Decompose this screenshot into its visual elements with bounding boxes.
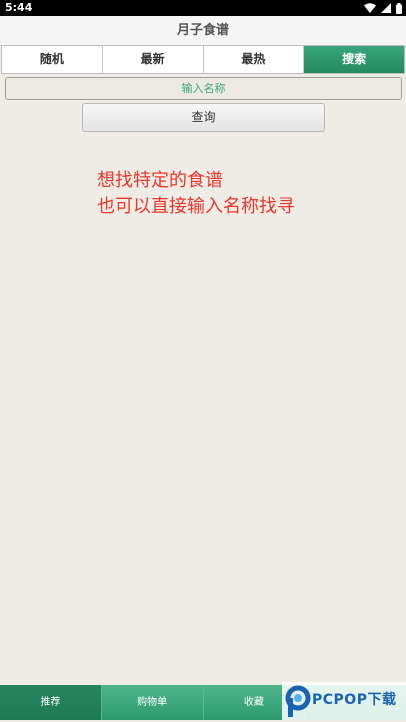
watermark: PCPOP下载 — [282, 682, 406, 720]
tab-random[interactable]: 随机 — [2, 46, 103, 73]
query-button[interactable]: 查询 — [82, 103, 325, 132]
signal-icon — [381, 3, 391, 13]
tab-hottest[interactable]: 最热 — [204, 46, 305, 73]
nav-item-shopping-list[interactable]: 购物单 — [101, 685, 204, 720]
tab-bar: 随机 最新 最热 搜索 — [1, 45, 405, 74]
battery-icon — [396, 2, 402, 14]
status-icons — [364, 2, 402, 14]
search-input[interactable] — [5, 77, 402, 100]
tab-search[interactable]: 搜索 — [304, 46, 404, 73]
hint-line-2: 也可以直接输入名称找寻 — [97, 196, 295, 217]
tab-newest[interactable]: 最新 — [103, 46, 204, 73]
hint-line-1: 想找特定的食谱 — [97, 170, 223, 191]
nav-item-recommend[interactable]: 推荐 — [0, 685, 102, 720]
app-title: 月子食谱 — [0, 16, 406, 45]
status-bar: 5:44 — [0, 0, 406, 16]
watermark-brand: PCPOP下载 — [312, 692, 397, 708]
search-hint: 想找特定的食谱 也可以直接输入名称找寻 — [97, 168, 397, 220]
wifi-icon — [364, 3, 376, 13]
pcpop-logo-icon — [284, 684, 312, 722]
status-time: 5:44 — [5, 1, 33, 14]
